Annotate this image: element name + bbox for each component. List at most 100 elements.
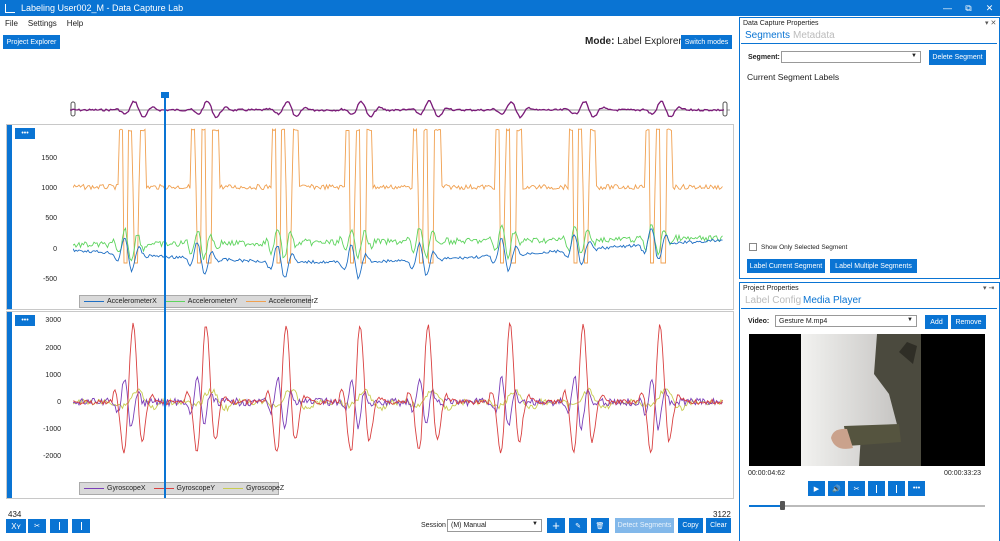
tab-divider xyxy=(741,43,997,44)
legend-item[interactable]: GyroscopeZ xyxy=(223,485,284,492)
legend-item[interactable]: GyroscopeX xyxy=(84,485,146,492)
edit-segment-button[interactable]: ✎ xyxy=(569,518,587,533)
current-segment-labels: Current Segment Labels xyxy=(747,72,840,82)
y-tick: -1000 xyxy=(43,426,61,433)
switch-modes-button[interactable]: Switch modes xyxy=(681,35,732,49)
mark-end-button[interactable] xyxy=(888,481,905,496)
bar-icon xyxy=(896,484,897,493)
legend-item[interactable]: AccelerometerX xyxy=(84,298,157,305)
app-chart-icon xyxy=(5,3,15,13)
gyroscope-chart: ••• 3000 2000 1000 0 -1000 -2000 Gyrosco… xyxy=(6,311,734,499)
window-title: Labeling User002_M - Data Capture Lab xyxy=(21,3,184,13)
playhead-cursor[interactable] xyxy=(164,93,166,498)
legend-item[interactable]: GyroscopeY xyxy=(153,485,215,492)
session-label: Session xyxy=(421,522,446,529)
pin-icon[interactable]: ▾ ✕ xyxy=(985,19,996,27)
menu-bar: File Settings Help xyxy=(0,16,738,30)
y-tick: 3000 xyxy=(45,317,61,324)
add-segment-button[interactable]: + xyxy=(547,518,565,533)
accelerometer-chart: ••• 1500 1000 500 0 -500 AccelerometerX … xyxy=(6,124,734,310)
segment-start-button[interactable] xyxy=(50,519,68,533)
video-image xyxy=(801,334,921,466)
accelerometer-legend: AccelerometerX AccelerometerY Accelerome… xyxy=(79,295,318,308)
chevron-down-icon: ▼ xyxy=(907,317,913,323)
accelerometer-menu-button[interactable]: ••• xyxy=(15,128,35,139)
menu-help[interactable]: Help xyxy=(67,19,83,28)
minimize-button[interactable]: — xyxy=(937,0,958,16)
y-tick: 0 xyxy=(53,246,57,253)
play-icon: ▶ xyxy=(813,485,820,493)
y-tick: 1000 xyxy=(45,372,61,379)
tab-label-config[interactable]: Label Config xyxy=(745,295,801,306)
bar-icon xyxy=(58,522,60,530)
y-tick: 2000 xyxy=(45,345,61,352)
tab-divider xyxy=(741,308,997,309)
gyroscope-plot[interactable] xyxy=(73,312,728,482)
bar-icon xyxy=(876,484,877,493)
plus-icon: + xyxy=(552,518,560,533)
bar-icon xyxy=(80,522,82,530)
menu-settings[interactable]: Settings xyxy=(28,19,57,28)
chevron-down-icon: ▼ xyxy=(532,521,538,527)
tab-media-player[interactable]: Media Player xyxy=(803,295,861,306)
chart-selection-bar xyxy=(7,125,12,309)
volume-button[interactable]: 🔊 xyxy=(828,481,845,496)
video-select[interactable]: Gesture M.mp4 ▼ xyxy=(775,315,917,327)
scissors-icon: ✂ xyxy=(34,523,40,530)
label-current-segment-button[interactable]: Label Current Segment xyxy=(747,259,825,273)
title-bar: Labeling User002_M - Data Capture Lab — … xyxy=(0,0,1000,16)
restore-button[interactable]: ⧉ xyxy=(958,0,979,16)
y-tick: 1500 xyxy=(41,155,57,162)
session-select[interactable]: (M) Manual ▼ xyxy=(447,519,542,532)
y-tick: -2000 xyxy=(43,453,61,460)
mark-start-button[interactable] xyxy=(868,481,885,496)
series-gyroscope-z xyxy=(73,387,723,413)
label-multiple-segments-button[interactable]: Label Multiple Segments xyxy=(830,259,917,273)
chevron-down-icon: ▼ xyxy=(911,53,917,59)
video-frame[interactable] xyxy=(749,334,985,466)
show-only-checkbox[interactable] xyxy=(749,243,757,251)
range-start: 434 xyxy=(8,510,22,519)
overview-strip[interactable] xyxy=(70,90,730,122)
y-tick: -500 xyxy=(42,276,57,283)
legend-item[interactable]: AccelerometerY xyxy=(164,298,238,305)
scissors-button[interactable]: ✂ xyxy=(28,519,46,533)
segment-select[interactable]: ▼ xyxy=(781,51,921,63)
edit-icon: ✎ xyxy=(575,522,581,530)
copy-button[interactable]: Copy xyxy=(678,518,703,533)
menu-file[interactable]: File xyxy=(5,19,18,28)
add-video-button[interactable]: Add xyxy=(925,315,948,329)
current-time: 00:00:04:62 xyxy=(748,470,785,477)
remove-video-button[interactable]: Remove xyxy=(951,315,986,329)
tab-segments[interactable]: Segments xyxy=(745,30,790,41)
clear-button[interactable]: Clear xyxy=(706,518,731,533)
project-explorer-button[interactable]: Project Explorer xyxy=(3,35,60,49)
series-accelerometer-z xyxy=(73,127,723,264)
playhead-handle[interactable] xyxy=(161,92,169,98)
series-gyroscope-y xyxy=(73,321,723,454)
legend-item[interactable]: AccelerometerZ xyxy=(245,298,318,305)
segment-end-button[interactable] xyxy=(72,519,90,533)
more-options-button[interactable]: ••• xyxy=(908,481,925,496)
close-button[interactable]: ✕ xyxy=(979,0,1000,16)
accelerometer-plot[interactable] xyxy=(73,125,728,293)
trash-icon: 🗑 xyxy=(595,522,605,530)
scissors-icon: ✂ xyxy=(853,485,860,493)
xy-toggle-button[interactable]: Xʏ xyxy=(6,519,26,533)
tab-metadata[interactable]: Metadata xyxy=(793,30,835,41)
gyroscope-legend: GyroscopeX GyroscopeY GyroscopeZ xyxy=(79,482,284,495)
y-tick: 1000 xyxy=(41,185,57,192)
pin-icon[interactable]: ▾ ⇥ xyxy=(983,284,994,292)
video-seek-thumb[interactable] xyxy=(780,501,785,510)
play-button[interactable]: ▶ xyxy=(808,481,825,496)
overview-right-handle[interactable] xyxy=(722,101,728,117)
speaker-icon: 🔊 xyxy=(832,485,841,493)
detect-segments-button[interactable]: Detect Segments xyxy=(615,518,674,533)
mode-indicator: Mode: Label Explorer xyxy=(585,36,682,47)
delete-segment-button[interactable]: 🗑 xyxy=(591,518,609,533)
chart-selection-bar xyxy=(7,312,12,498)
delete-segment-panel-button[interactable]: Delete Segment xyxy=(929,50,986,65)
video-scissors-button[interactable]: ✂ xyxy=(848,481,865,496)
ellipsis-icon: ••• xyxy=(912,485,921,492)
total-time: 00:00:33:23 xyxy=(944,470,981,477)
